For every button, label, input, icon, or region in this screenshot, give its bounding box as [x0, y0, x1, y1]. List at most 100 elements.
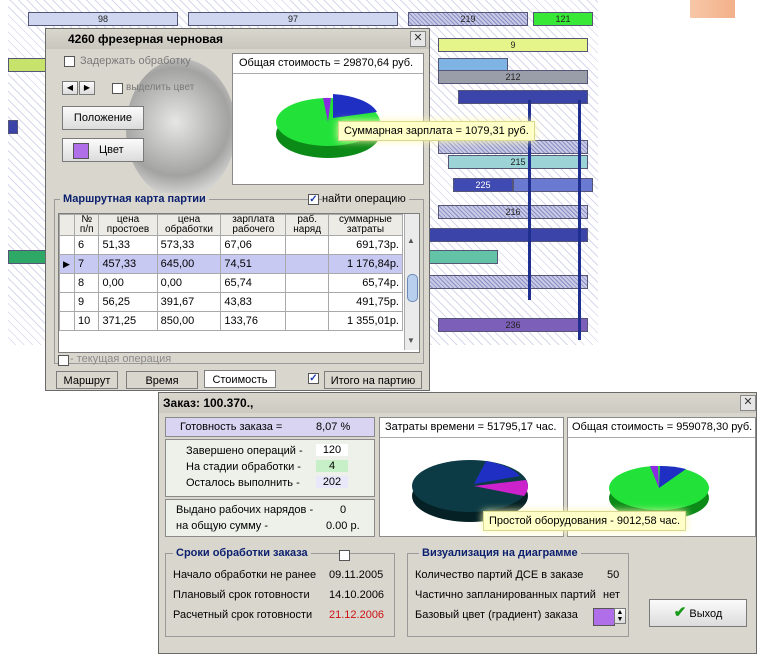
- current-operation-label: - текущая операция: [70, 353, 172, 365]
- base-color-swatch[interactable]: [593, 608, 615, 626]
- cell: 74,51: [220, 254, 287, 274]
- exit-button-label: Выход: [689, 608, 723, 620]
- checkmark-icon: ✔: [673, 604, 687, 621]
- ops-processing-value: 4: [316, 460, 348, 472]
- gantt-bar[interactable]: [8, 120, 18, 134]
- cell: 56,25: [98, 292, 158, 312]
- table-header: № п/п цена простоев цена обработки зарпл…: [59, 214, 404, 236]
- route-table-container: № п/п цена простоев цена обработки зарпл…: [58, 213, 420, 353]
- cell: 9: [73, 292, 100, 312]
- sum-value: 0.00 р.: [326, 520, 360, 532]
- table-scrollbar[interactable]: ▲ ▼: [404, 214, 419, 350]
- exit-button[interactable]: ✔ Выход: [649, 599, 747, 627]
- gantt-bar[interactable]: [513, 178, 593, 192]
- start-label: Начало обработки не ранее: [173, 569, 317, 581]
- terms-title: Сроки обработки заказа: [173, 547, 311, 559]
- scroll-thumb[interactable]: [407, 274, 418, 302]
- gantt-bar-label: 97: [287, 14, 298, 24]
- ops-remaining-value: 202: [316, 476, 348, 488]
- cell: 67,06: [220, 235, 287, 255]
- cell: 491,75р.: [327, 292, 404, 312]
- highlight-checkbox[interactable]: [112, 83, 123, 94]
- cell: 10: [73, 311, 100, 331]
- gantt-bar[interactable]: 216: [438, 205, 588, 219]
- cell: [285, 292, 329, 312]
- color-swatch: [73, 143, 89, 159]
- table-row[interactable]: 10 371,25 850,00 133,76 1 355,01р.: [59, 311, 404, 331]
- decorative-corner: [690, 0, 735, 18]
- column-header: раб. наряд: [285, 214, 329, 236]
- gantt-bar-label: 236: [505, 320, 521, 330]
- gantt-bar[interactable]: [438, 140, 588, 154]
- gantt-bar-label: 212: [505, 72, 521, 82]
- gantt-bar[interactable]: 219: [408, 12, 528, 26]
- gantt-bar[interactable]: [8, 58, 48, 72]
- gantt-bar[interactable]: 236: [438, 318, 588, 332]
- ops-processing-label: На стадии обработки -: [186, 461, 301, 473]
- start-value: 09.11.2005: [329, 569, 384, 581]
- window-title: 4260 фрезерная черновая: [46, 29, 429, 49]
- close-button[interactable]: ✕: [740, 395, 756, 411]
- cell: 6: [73, 235, 100, 255]
- order-window: Заказ: 100.370., ✕ Готовность заказа = 8…: [158, 392, 757, 654]
- cell: 133,76: [220, 311, 287, 331]
- batch-total-checkbox[interactable]: ✓: [308, 373, 319, 384]
- gantt-bar[interactable]: 9: [438, 38, 588, 52]
- current-op-marker: [58, 355, 69, 366]
- position-button[interactable]: Положение: [62, 106, 144, 130]
- table-row-selected[interactable]: ▶ 7 457,33 645,00 74,51 1 176,84р.: [59, 254, 404, 274]
- tab-time[interactable]: Время: [126, 371, 198, 389]
- cell: [285, 254, 329, 274]
- batch-total-button[interactable]: Итого на партию: [324, 371, 422, 389]
- cell: 1 176,84р.: [327, 254, 404, 274]
- gantt-bar[interactable]: [428, 275, 588, 289]
- gantt-bar[interactable]: 225: [453, 178, 513, 192]
- table-row[interactable]: 9 56,25 391,67 43,83 491,75р.: [59, 292, 404, 312]
- base-color-label: Базовый цвет (градиент) заказа: [415, 609, 578, 621]
- terms-checkbox[interactable]: [339, 550, 350, 561]
- gantt-bar[interactable]: 98: [28, 12, 178, 26]
- cell: [285, 235, 329, 255]
- table-row[interactable]: 6 51,33 573,33 67,06 691,73р.: [59, 235, 404, 255]
- color-button-label: Цвет: [99, 144, 124, 156]
- color-button[interactable]: Цвет: [62, 138, 144, 162]
- scroll-down-icon[interactable]: ▼: [407, 336, 416, 345]
- base-color-spinner[interactable]: ▲ ▼: [614, 608, 626, 624]
- planned-value: 14.10.2006: [329, 589, 385, 601]
- gantt-bar-label: 98: [97, 14, 108, 24]
- cell: 0,00: [98, 273, 158, 293]
- close-button[interactable]: ✕: [410, 31, 426, 47]
- cell: 65,74: [220, 273, 287, 293]
- sum-label: на общую сумму -: [176, 520, 268, 532]
- time-cost-label: Затраты времени = 51795,17 час.: [385, 421, 557, 433]
- tab-route[interactable]: Маршрут: [56, 371, 118, 389]
- find-operation-checkbox[interactable]: ✓: [308, 194, 319, 205]
- scroll-up-icon[interactable]: ▲: [407, 236, 416, 245]
- gantt-bar[interactable]: 97: [188, 12, 398, 26]
- tab-cost[interactable]: Стоимость: [204, 370, 276, 388]
- batches-label: Количество партий ДСЕ в заказе: [415, 569, 584, 581]
- hold-checkbox[interactable]: [64, 56, 75, 67]
- cell: 457,33: [98, 254, 158, 274]
- gantt-bar[interactable]: 212: [438, 70, 588, 84]
- window-title: Заказ: 100.370.,: [159, 393, 756, 413]
- cell: 1 355,01р.: [327, 311, 404, 331]
- column-header: суммарные затраты: [327, 214, 404, 236]
- readiness-value: 8,07 %: [316, 421, 351, 433]
- gantt-bar[interactable]: [458, 90, 588, 104]
- next-arrow-icon[interactable]: ▶: [79, 81, 95, 95]
- gantt-bar[interactable]: [428, 228, 588, 242]
- cell: 573,33: [156, 235, 222, 255]
- partial-label: Частично запланированных партий: [415, 589, 596, 601]
- column-header: цена простоев: [98, 214, 158, 236]
- issued-value: 0: [340, 504, 347, 516]
- gantt-bar[interactable]: [428, 250, 498, 264]
- prev-arrow-icon[interactable]: ◀: [62, 81, 78, 95]
- gantt-bar[interactable]: [8, 250, 48, 264]
- route-title: Маршрутная карта партии: [60, 193, 209, 205]
- readiness-bar: Готовность заказа = 8,07 %: [165, 417, 375, 437]
- route-table: № п/п цена простоев цена обработки зарпл…: [59, 214, 404, 331]
- table-row[interactable]: 8 0,00 0,00 65,74 65,74р.: [59, 273, 404, 293]
- gantt-bar[interactable]: 121: [533, 12, 593, 26]
- gantt-bar[interactable]: 215: [448, 155, 588, 169]
